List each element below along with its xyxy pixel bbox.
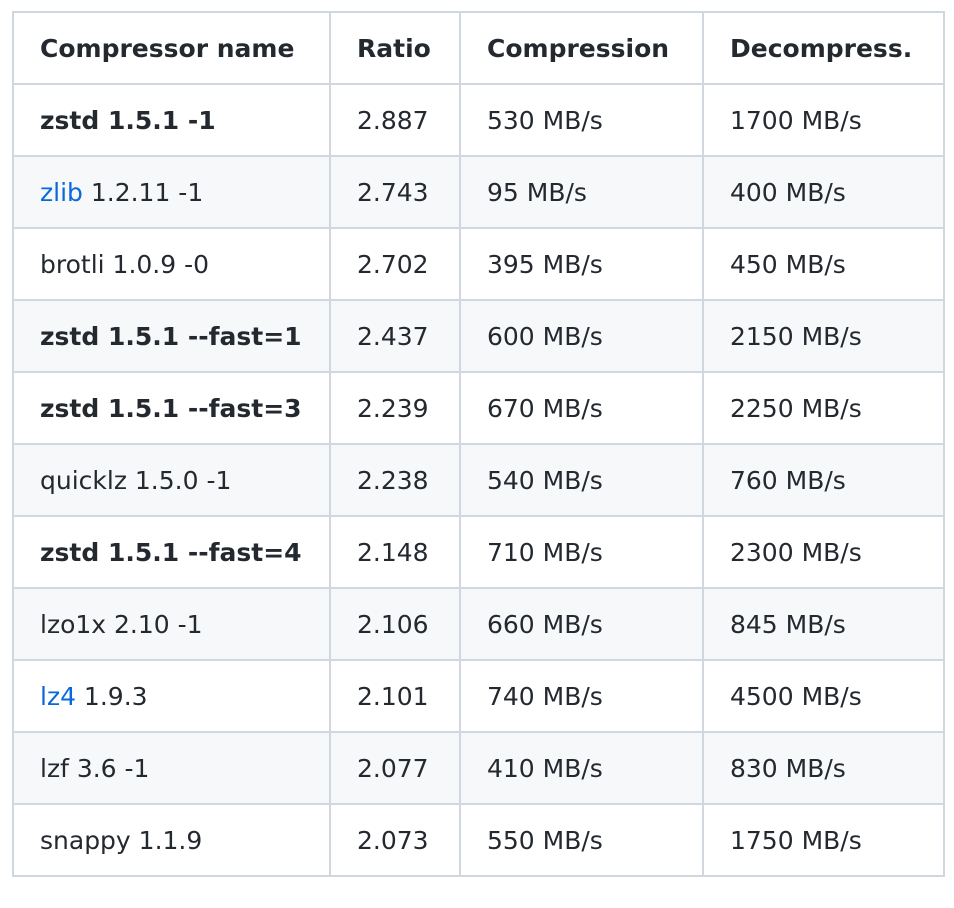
cell-compression: 600 MB/s <box>459 299 704 373</box>
table-row: zstd 1.5.1 -1 2.887 530 MB/s 1700 MB/s <box>12 83 945 157</box>
table-row: lzf 3.6 -1 2.077 410 MB/s 830 MB/s <box>12 731 945 805</box>
cell-compression: 710 MB/s <box>459 515 704 589</box>
cell-compression: 530 MB/s <box>459 83 704 157</box>
cell-compression: 550 MB/s <box>459 803 704 877</box>
cell-decompression: 2250 MB/s <box>702 371 945 445</box>
cell-ratio: 2.101 <box>329 659 461 733</box>
cell-decompression: 400 MB/s <box>702 155 945 229</box>
cell-ratio: 2.743 <box>329 155 461 229</box>
cell-compressor-name: lzo1x 2.10 -1 <box>12 587 331 661</box>
cell-ratio: 2.238 <box>329 443 461 517</box>
cell-compression: 395 MB/s <box>459 227 704 301</box>
table-row: lz4 1.9.3 2.101 740 MB/s 4500 MB/s <box>12 659 945 733</box>
table-row: zlib 1.2.11 -1 2.743 95 MB/s 400 MB/s <box>12 155 945 229</box>
cell-compression: 95 MB/s <box>459 155 704 229</box>
header-compression: Compression <box>459 11 704 85</box>
compressor-name-text: zstd 1.5.1 --fast=1 <box>40 321 302 351</box>
table-row: zstd 1.5.1 --fast=4 2.148 710 MB/s 2300 MB/… <box>12 515 945 589</box>
cell-compressor-name: lzf 3.6 -1 <box>12 731 331 805</box>
cell-ratio: 2.148 <box>329 515 461 589</box>
cell-decompression: 2150 MB/s <box>702 299 945 373</box>
cell-decompression: 4500 MB/s <box>702 659 945 733</box>
compressor-name-text: zstd 1.5.1 -1 <box>40 105 216 135</box>
table-row: brotli 1.0.9 -0 2.702 395 MB/s 450 MB/s <box>12 227 945 301</box>
cell-decompression: 1700 MB/s <box>702 83 945 157</box>
compressor-name-text: zstd 1.5.1 --fast=4 <box>40 537 302 567</box>
compressor-link[interactable]: zlib <box>40 178 83 207</box>
cell-ratio: 2.073 <box>329 803 461 877</box>
compressor-link[interactable]: lz4 <box>40 682 76 711</box>
cell-compressor-name: zlib 1.2.11 -1 <box>12 155 331 229</box>
table-row: snappy 1.1.9 2.073 550 MB/s 1750 MB/s <box>12 803 945 877</box>
cell-compressor-name: lz4 1.9.3 <box>12 659 331 733</box>
compressor-name-text: lzf 3.6 -1 <box>40 753 150 783</box>
cell-compression: 660 MB/s <box>459 587 704 661</box>
cell-decompression: 845 MB/s <box>702 587 945 661</box>
compressor-name-text: snappy 1.1.9 <box>40 825 203 855</box>
cell-compressor-name: brotli 1.0.9 -0 <box>12 227 331 301</box>
cell-ratio: 2.702 <box>329 227 461 301</box>
header-ratio: Ratio <box>329 11 461 85</box>
compressor-name-text: 1.9.3 <box>75 681 148 711</box>
compressor-name-text: zstd 1.5.1 --fast=3 <box>40 393 302 423</box>
cell-compression: 540 MB/s <box>459 443 704 517</box>
cell-compression: 410 MB/s <box>459 731 704 805</box>
table-row: lzo1x 2.10 -1 2.106 660 MB/s 845 MB/s <box>12 587 945 661</box>
compressor-benchmark-table: Compressor name Ratio Compression Decomp… <box>12 11 945 877</box>
cell-decompression: 450 MB/s <box>702 227 945 301</box>
cell-compressor-name: zstd 1.5.1 --fast=1 <box>12 299 331 373</box>
cell-ratio: 2.887 <box>329 83 461 157</box>
cell-ratio: 2.437 <box>329 299 461 373</box>
cell-compressor-name: zstd 1.5.1 --fast=3 <box>12 371 331 445</box>
header-row: Compressor name Ratio Compression Decomp… <box>12 11 945 85</box>
cell-compression: 740 MB/s <box>459 659 704 733</box>
cell-compressor-name: quicklz 1.5.0 -1 <box>12 443 331 517</box>
cell-ratio: 2.239 <box>329 371 461 445</box>
cell-ratio: 2.077 <box>329 731 461 805</box>
cell-compression: 670 MB/s <box>459 371 704 445</box>
cell-decompression: 2300 MB/s <box>702 515 945 589</box>
table-row: zstd 1.5.1 --fast=3 2.239 670 MB/s 2250 MB/… <box>12 371 945 445</box>
cell-decompression: 1750 MB/s <box>702 803 945 877</box>
cell-compressor-name: snappy 1.1.9 <box>12 803 331 877</box>
compressor-name-text: 1.2.11 -1 <box>82 177 204 207</box>
cell-compressor-name: zstd 1.5.1 --fast=4 <box>12 515 331 589</box>
compressor-name-text: lzo1x 2.10 -1 <box>40 609 203 639</box>
compressor-name-text: brotli 1.0.9 -0 <box>40 249 210 279</box>
header-decompression: Decompress. <box>702 11 945 85</box>
cell-decompression: 830 MB/s <box>702 731 945 805</box>
cell-compressor-name: zstd 1.5.1 -1 <box>12 83 331 157</box>
cell-decompression: 760 MB/s <box>702 443 945 517</box>
cell-ratio: 2.106 <box>329 587 461 661</box>
table-row: zstd 1.5.1 --fast=1 2.437 600 MB/s 2150 MB/… <box>12 299 945 373</box>
compressor-name-text: quicklz 1.5.0 -1 <box>40 465 232 495</box>
header-compressor-name: Compressor name <box>12 11 331 85</box>
table-row: quicklz 1.5.0 -1 2.238 540 MB/s 760 MB/s <box>12 443 945 517</box>
